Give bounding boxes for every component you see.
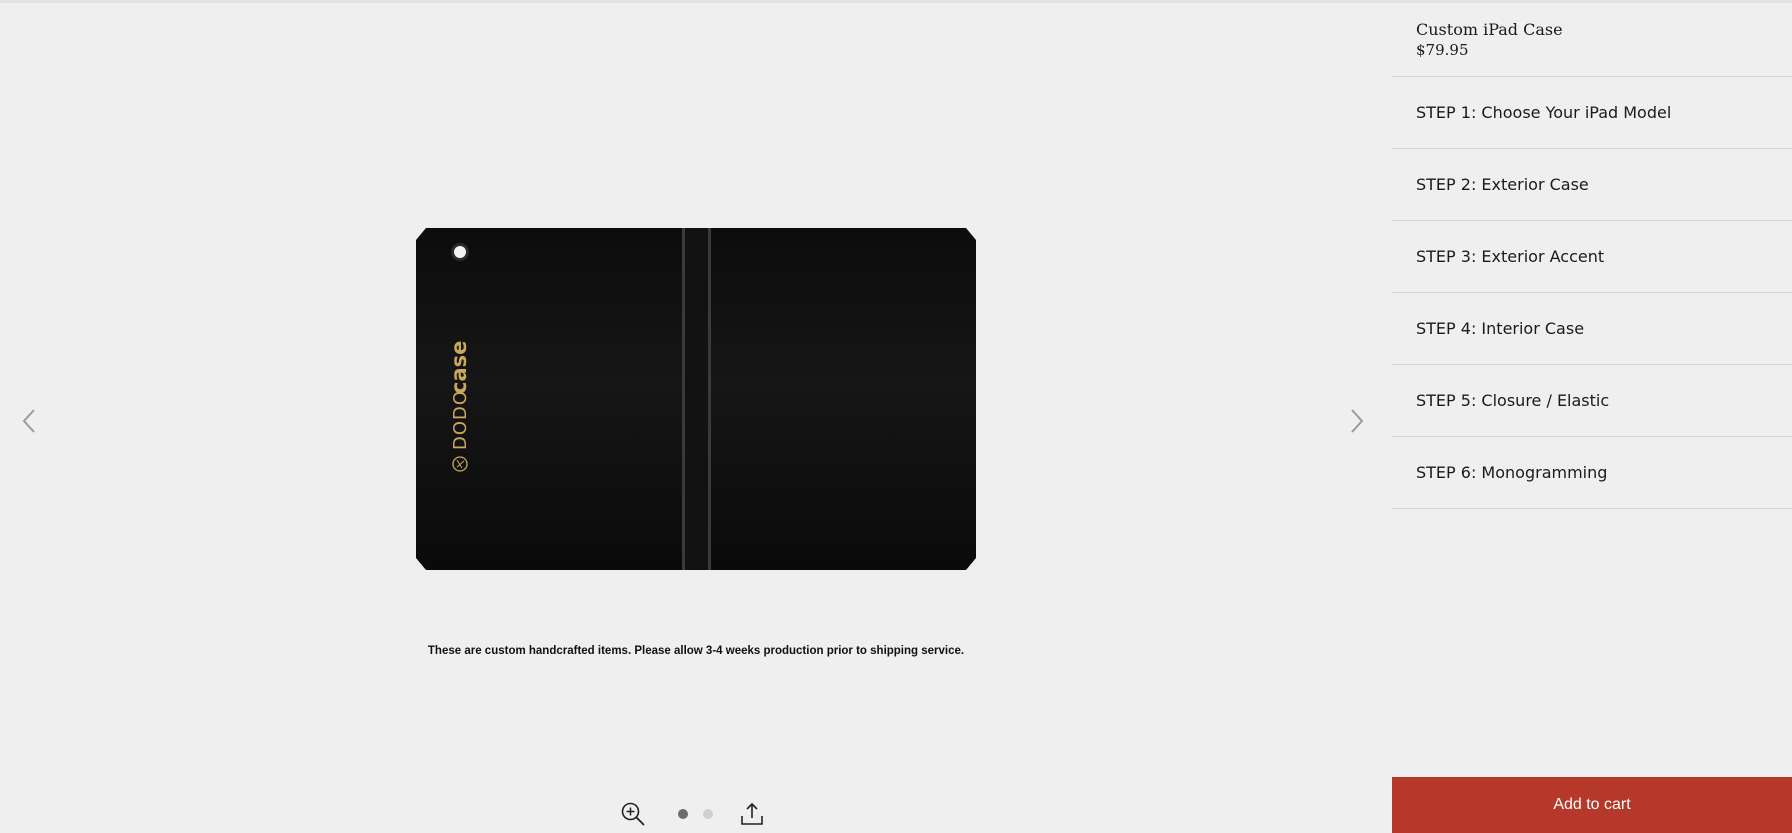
production-notice: These are custom handcrafted items. Plea… [416, 641, 976, 659]
add-to-cart-button[interactable]: Add to cart [1392, 777, 1792, 833]
step-closure-elastic[interactable]: STEP 5: Closure / Elastic [1392, 365, 1792, 437]
step-label: STEP 3: Exterior Accent [1416, 247, 1605, 266]
step-label: STEP 5: Closure / Elastic [1416, 391, 1610, 410]
step-monogramming[interactable]: STEP 6: Monogramming [1392, 437, 1792, 509]
zoom-in-icon [621, 802, 645, 826]
step-label: STEP 2: Exterior Case [1416, 175, 1589, 194]
next-image-button[interactable] [1342, 401, 1372, 441]
step-exterior-accent[interactable]: STEP 3: Exterior Accent [1392, 221, 1792, 293]
step-label: STEP 6: Monogramming [1416, 463, 1608, 482]
step-interior-case[interactable]: STEP 4: Interior Case [1392, 293, 1792, 365]
chevron-right-icon [1351, 409, 1364, 433]
brand-logo-bold: case [447, 341, 471, 394]
production-notice-text: These are custom handcrafted items. Plea… [427, 645, 965, 657]
product-gallery: DODO case These are custom handcrafted i… [0, 3, 1392, 833]
step-exterior-case[interactable]: STEP 2: Exterior Case [1392, 149, 1792, 221]
share-icon [741, 802, 763, 825]
step-label: STEP 1: Choose Your iPad Model [1416, 103, 1672, 122]
chevron-left-icon [22, 409, 35, 433]
share-button[interactable] [737, 799, 767, 829]
brand-logo-light: DODO [450, 390, 471, 450]
previous-image-button[interactable] [14, 401, 44, 441]
product-options-panel: Custom iPad Case $79.95 STEP 1: Choose Y… [1392, 3, 1792, 833]
ipad-case-image: DODO case [416, 228, 976, 570]
product-price: $79.95 [1416, 41, 1469, 59]
step-label: STEP 4: Interior Case [1416, 319, 1585, 338]
slide-indicators [678, 809, 713, 819]
step-ipad-model[interactable]: STEP 1: Choose Your iPad Model [1392, 77, 1792, 149]
slide-dot-2[interactable] [703, 809, 713, 819]
slide-dot-1[interactable] [678, 809, 688, 819]
product-header: Custom iPad Case $79.95 [1392, 3, 1792, 77]
product-title: Custom iPad Case [1416, 20, 1563, 39]
zoom-button[interactable] [618, 799, 648, 829]
gallery-controls [618, 799, 767, 829]
